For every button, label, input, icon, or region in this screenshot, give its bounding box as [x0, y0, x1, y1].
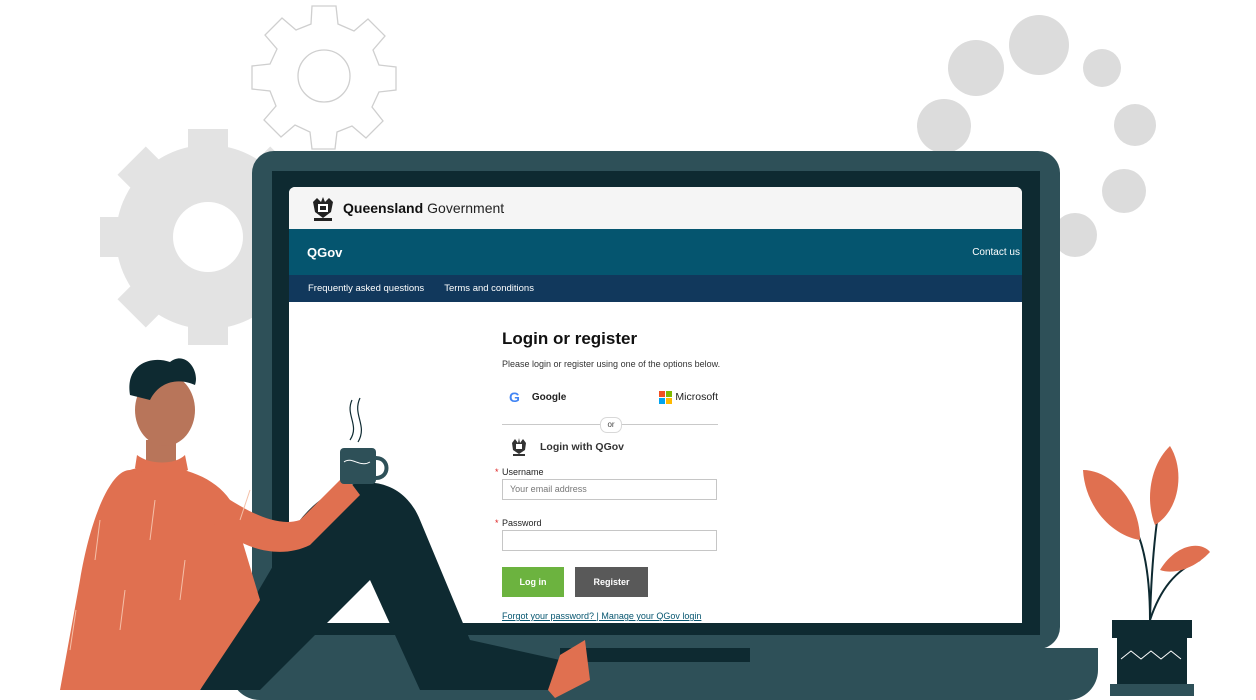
pot-pattern [1120, 650, 1182, 660]
google-label: Google [531, 391, 567, 403]
site-header: Queensland Government [289, 187, 1022, 229]
plant-icon [1083, 446, 1210, 621]
faq-link[interactable]: Frequently asked questions [308, 283, 424, 294]
required-mark: * [495, 467, 499, 477]
sub-navigation: Frequently asked questions Terms and con… [289, 275, 1022, 302]
qgov-bar: QGov Contact us [289, 229, 1022, 275]
password-label: * Password [495, 518, 742, 528]
username-label-text: Username [502, 467, 544, 477]
identity-providers: G Google Microsoft [502, 389, 718, 405]
google-g-icon: G [509, 389, 520, 405]
plant-pot-rim [1112, 620, 1192, 638]
or-label: or [600, 417, 622, 433]
google-login-button[interactable]: G Google [502, 389, 566, 405]
password-label-text: Password [502, 518, 542, 528]
username-label: * Username [495, 467, 742, 477]
queensland-crest-icon [313, 197, 333, 221]
browser-screen: Queensland Government QGov Contact us Fr… [289, 187, 1022, 623]
contact-us-link[interactable]: Contact us [972, 247, 1020, 258]
login-description: Please login or register using one of th… [502, 359, 721, 369]
username-field[interactable]: Your email address [502, 479, 717, 500]
brand-name: Queensland [343, 200, 424, 216]
password-field[interactable] [502, 530, 717, 551]
register-button[interactable]: Register [575, 567, 648, 597]
qgov-title[interactable]: QGov [307, 245, 342, 260]
or-divider: or [502, 417, 718, 433]
required-mark: * [495, 518, 499, 528]
qgov-login-label: Login with QGov [540, 441, 624, 453]
username-placeholder: Your email address [510, 484, 587, 494]
laptop-hinge [560, 648, 750, 662]
terms-link[interactable]: Terms and conditions [444, 283, 534, 294]
microsoft-logo-icon [659, 390, 673, 404]
page-title: Login or register [502, 329, 638, 348]
plant-pot-base [1110, 684, 1194, 696]
microsoft-login-button[interactable]: Microsoft [659, 390, 718, 404]
brand-suffix: Government [427, 200, 505, 216]
account-links[interactable]: Forgot your password? | Manage your QGov… [502, 611, 742, 621]
login-panel: Login or register Please login or regist… [495, 329, 742, 621]
queensland-crest-icon [512, 438, 526, 456]
gear-outline-icon [251, 5, 397, 150]
qgov-login-heading: Login with QGov [510, 437, 742, 457]
login-button[interactable]: Log in [502, 567, 564, 597]
button-row: Log in Register [502, 567, 742, 597]
microsoft-label: Microsoft [675, 391, 718, 403]
